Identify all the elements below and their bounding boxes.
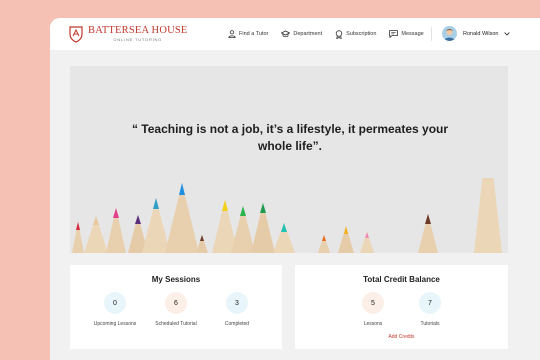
stat-value: 6 — [165, 292, 187, 314]
credit-balance-card: Total Credit Balance 5 Lessons 7 Tutoria… — [295, 265, 508, 349]
stat-tutorials-credits[interactable]: 7 Tutorials — [405, 292, 455, 328]
nav-label: Find a Tutor — [239, 31, 269, 37]
add-credits-link[interactable]: Add Credits — [295, 334, 508, 340]
my-sessions-card: My Sessions 0 Upcoming Lessons 6 Schedul… — [70, 265, 282, 349]
stat-label: Upcoming Lessons — [93, 321, 137, 327]
avatar-person-icon — [444, 29, 455, 41]
nav-find-tutor[interactable]: Find a Tutor — [228, 30, 268, 38]
top-navbar: BATTERSEA HOUSE ONLINE TUTORING Find a T… — [50, 18, 540, 50]
nav-label: Message — [401, 31, 424, 37]
brand-name: BATTERSEA HOUSE — [88, 25, 188, 37]
nav-message[interactable]: Message — [389, 30, 424, 38]
crest-icon — [69, 26, 83, 43]
stat-upcoming-lessons[interactable]: 0 Upcoming Lessons — [90, 292, 140, 328]
message-icon — [389, 30, 399, 38]
avatar — [442, 26, 457, 41]
stat-label: Lessons — [363, 321, 383, 327]
nav-label: Department — [293, 31, 323, 37]
hero-banner: “ Teaching is not a job, it’s a lifestyl… — [70, 66, 508, 253]
main-nav: Find a Tutor Department Subscription Mes… — [228, 18, 437, 50]
badge-icon — [335, 29, 343, 39]
stat-completed[interactable]: 3 Completed — [212, 292, 262, 328]
brand-logo[interactable]: BATTERSEA HOUSE ONLINE TUTORING — [68, 25, 188, 43]
stat-label: Tutorials — [420, 321, 440, 327]
graduation-cap-icon — [281, 30, 291, 38]
card-title: My Sessions — [151, 275, 201, 284]
stat-value: 3 — [226, 292, 248, 314]
stat-lessons-credits[interactable]: 5 Lessons — [348, 292, 398, 328]
nav-subscription[interactable]: Subscription — [335, 29, 377, 39]
user-menu[interactable]: Ronald Wilson — [442, 26, 511, 41]
stat-value: 5 — [362, 292, 384, 314]
colored-pencils-image — [72, 178, 502, 253]
chevron-down-icon — [504, 31, 511, 36]
stat-label: Scheduled Tutorial — [155, 321, 197, 327]
stat-value: 7 — [419, 292, 441, 314]
card-title: Total Credit Balance — [363, 275, 440, 284]
user-name: Ronald Wilson — [463, 30, 499, 37]
hero-quote: “ Teaching is not a job, it’s a lifestyl… — [131, 122, 449, 153]
stat-label: Completed — [224, 321, 250, 327]
stat-scheduled-tutorial[interactable]: 6 Scheduled Tutorial — [151, 292, 201, 328]
brand-tagline: ONLINE TUTORING — [113, 36, 163, 42]
stat-value: 0 — [104, 292, 126, 314]
app-window: BATTERSEA HOUSE ONLINE TUTORING Find a T… — [50, 18, 540, 360]
nav-divider — [431, 27, 432, 41]
nav-department[interactable]: Department — [281, 30, 322, 38]
nav-label: Subscription — [346, 31, 377, 37]
person-icon — [228, 30, 236, 38]
